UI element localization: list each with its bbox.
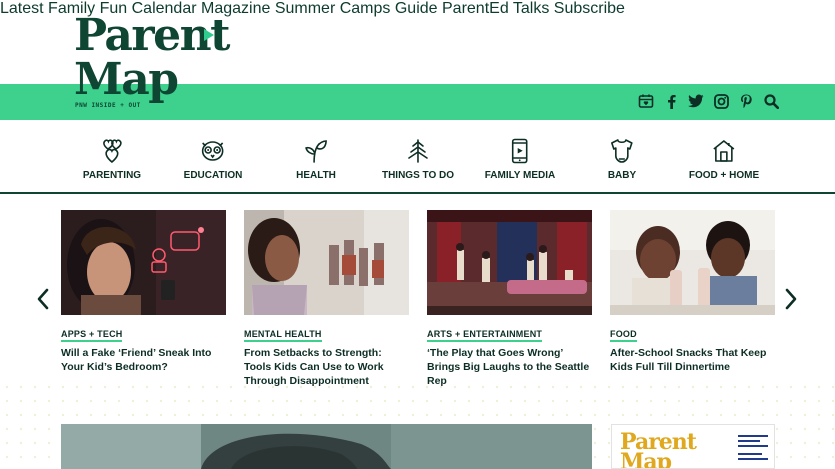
article-title[interactable]: After-School Snacks That Keep Kids Full … [610,346,775,374]
hearts-icon [103,139,122,164]
category-baby[interactable]: BABY [608,138,636,181]
topnav-latest[interactable]: Latest [0,0,44,17]
topnav-parented-talks[interactable]: ParentEd Talks [442,0,549,17]
category-label: FAMILY MEDIA [484,170,556,181]
magazine-coverlines [738,435,768,460]
category-food-home[interactable]: FOOD + HOME [689,138,759,181]
category-things-to-do[interactable]: THINGS TO DO [382,138,454,181]
magazine-cover[interactable]: Parent Map [611,424,775,469]
owl-icon [202,141,224,161]
article-card[interactable]: FOOD After-School Snacks That Keep Kids … [610,210,775,374]
chevron-left-icon [37,288,49,310]
category-family-media[interactable]: FAMILY MEDIA [484,138,556,181]
article-image[interactable] [610,210,775,315]
logo-word-parent: Parent [74,10,230,61]
tree-icon [408,139,428,163]
house-icon [713,140,735,162]
site-logo[interactable]: Parent Map PNW INSIDE + OUT [74,10,230,112]
category-parenting[interactable]: PARENTING [83,138,141,181]
pinterest-icon[interactable] [738,93,754,109]
logo-word-map: Map [74,54,179,105]
logo-tagline: PNW INSIDE + OUT [75,102,141,109]
article-category[interactable]: MENTAL HEALTH [244,329,322,342]
category-label: THINGS TO DO [381,170,455,181]
article-image[interactable] [427,210,592,315]
facebook-icon[interactable] [663,93,679,109]
article-image[interactable] [244,210,409,315]
article-title[interactable]: From Setbacks to Strength: Tools Kids Ca… [244,346,409,388]
article-image[interactable] [61,210,226,315]
social-links [638,93,779,109]
article-card[interactable]: APPS + TECH Will a Fake ‘Friend’ Sneak I… [61,210,226,374]
category-label: EDUCATION [183,170,243,181]
article-category[interactable]: ARTS + ENTERTAINMENT [427,329,543,342]
article-card[interactable]: ARTS + ENTERTAINMENT ‘The Play that Goes… [427,210,592,388]
instagram-icon[interactable] [713,93,729,109]
article-category[interactable]: FOOD [610,329,637,342]
logo-play-icon [204,29,214,41]
article-category[interactable]: APPS + TECH [61,329,123,342]
twitter-icon[interactable] [688,93,704,109]
category-label: BABY [607,170,637,181]
category-label: PARENTING [82,170,142,181]
article-card[interactable]: MENTAL HEALTH From Setbacks to Strength:… [244,210,409,388]
chevron-right-icon [785,288,797,310]
category-label: HEALTH [296,170,336,181]
category-label: FOOD + HOME [688,170,760,181]
topnav-summer-camps-guide[interactable]: Summer Camps Guide [275,0,438,17]
magazine-logo-map: Map [620,449,672,469]
category-education[interactable]: EDUCATION [183,138,243,181]
search-icon[interactable] [763,93,779,109]
carousel-next-button[interactable] [784,287,798,317]
onesie-icon [611,139,633,163]
sprout-icon [305,140,327,163]
topnav-subscribe[interactable]: Subscribe [554,0,625,17]
article-title[interactable]: Will a Fake ‘Friend’ Sneak Into Your Kid… [61,346,226,374]
phone-icon [512,138,528,164]
article-title[interactable]: ‘The Play that Goes Wrong’ Brings Big La… [427,346,592,388]
featured-image[interactable] [61,424,592,469]
category-nav: PARENTING EDUCATION HEALTH THINGS TO DO … [0,120,835,194]
carousel-prev-button[interactable] [36,287,50,317]
category-health[interactable]: HEALTH [296,138,336,181]
calendar-icon[interactable] [638,93,654,109]
